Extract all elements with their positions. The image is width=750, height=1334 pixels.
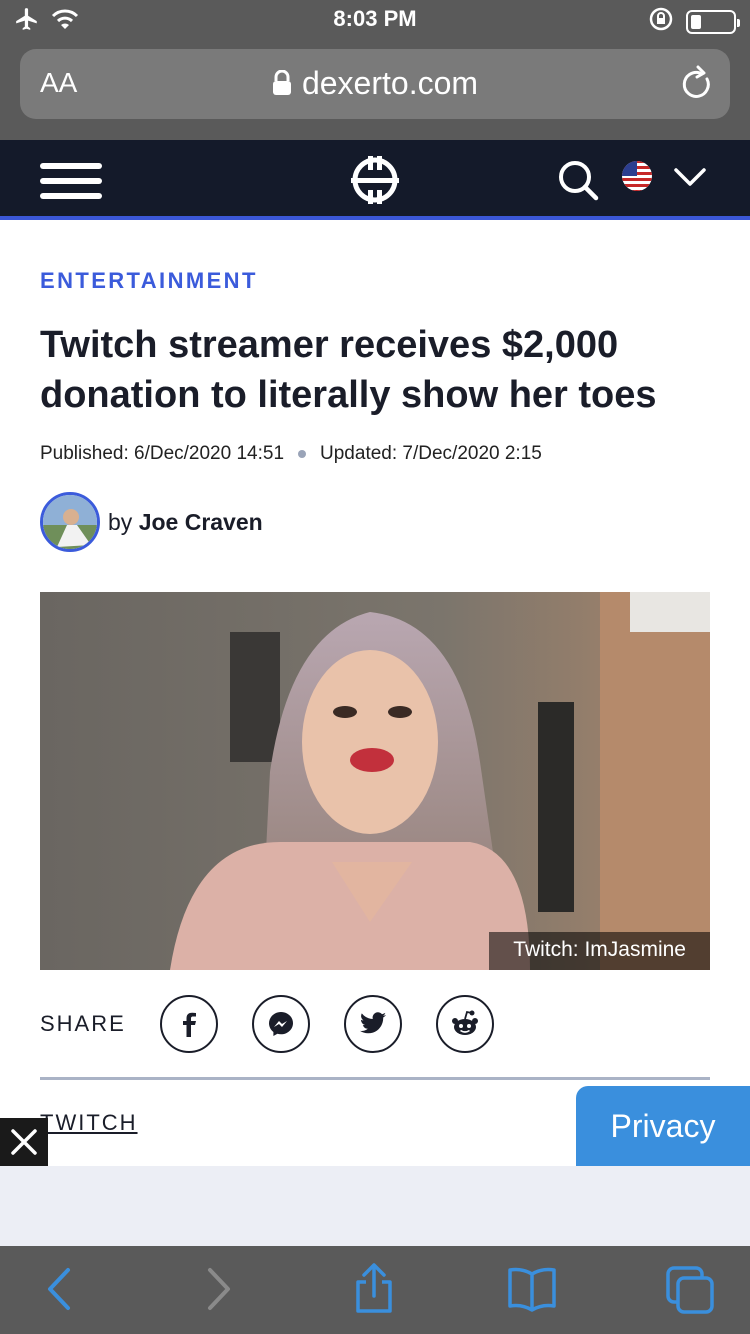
status-bar: 8:03 PM [0,0,750,40]
chevron-down-icon[interactable] [674,167,706,192]
forward-icon[interactable] [204,1266,234,1317]
published-date: Published: 6/Dec/2020 14:51 [40,443,285,464]
section-divider [40,1077,710,1080]
photo-credit: Twitch: ImJasmine [489,932,710,970]
ad-area [0,1166,750,1246]
url-field[interactable]: dexerto.com [20,65,730,104]
twitter-icon[interactable] [343,995,402,1053]
url-text: dexerto.com [301,65,479,101]
close-icon[interactable] [0,1118,48,1166]
browser-toolbar [0,1246,750,1334]
share-row: SHARE [40,994,710,1054]
lock-icon [272,67,292,104]
hero-image: Twitch: ImJasmine [40,592,710,970]
privacy-button[interactable]: Privacy [576,1086,750,1166]
reload-icon[interactable] [680,65,714,108]
battery-icon [686,9,740,34]
facebook-icon[interactable] [159,995,218,1053]
reddit-icon[interactable] [435,995,494,1053]
dexerto-logo-icon[interactable] [351,156,399,209]
browser-address-area: AA dexerto.com [0,40,750,140]
messenger-icon[interactable] [251,995,310,1053]
author-byline[interactable]: by Joe Craven [40,492,263,552]
search-icon[interactable] [556,158,600,207]
us-flag-icon[interactable] [621,160,653,197]
article-dates: Published: 6/Dec/2020 14:51 Updated: 7/De… [40,443,542,465]
orientation-lock-icon [648,6,674,37]
tabs-icon[interactable] [666,1266,716,1319]
author-prefix: by [108,508,133,535]
article-headline: Twitch streamer receives $2,000 donation… [40,324,657,416]
address-bar[interactable]: AA dexerto.com [20,49,730,119]
bookmarks-icon[interactable] [506,1266,558,1317]
menu-icon[interactable] [40,163,102,199]
author-avatar[interactable] [40,492,100,552]
clock: 8:03 PM [333,6,417,31]
back-icon[interactable] [44,1266,74,1317]
tag-twitch[interactable]: TWITCH [40,1110,138,1136]
updated-date: Updated: 7/Dec/2020 2:15 [320,443,542,464]
share-icon[interactable] [352,1262,396,1319]
share-label: SHARE [40,1011,126,1036]
author-name[interactable]: Joe Craven [139,509,263,535]
separator-dot [298,449,307,458]
article-category[interactable]: ENTERTAINMENT [40,268,258,294]
